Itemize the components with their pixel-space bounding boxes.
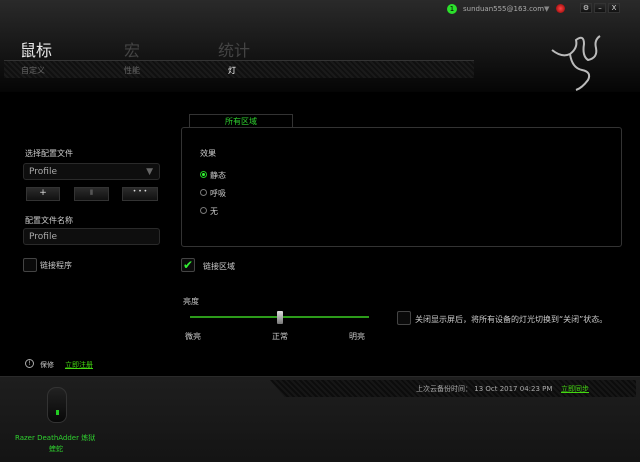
- effects-panel: [181, 127, 622, 247]
- subtab-customize[interactable]: 自定义: [21, 65, 45, 76]
- profile-name-input[interactable]: Profile: [23, 228, 160, 245]
- profile-name-label: 配置文件名称: [25, 216, 73, 225]
- backup-label: 上次云备份时间：: [416, 385, 472, 393]
- header-bar: [0, 0, 640, 92]
- subtab-performance[interactable]: 性能: [124, 65, 140, 76]
- backup-time: 13 Oct 2017 04:23 PM: [474, 385, 553, 393]
- profile-dropdown-value: Profile: [29, 167, 57, 177]
- effect-none-label: 无: [210, 207, 218, 216]
- profile-dropdown[interactable]: Profile ▼: [23, 163, 160, 180]
- mouse-device-image[interactable]: [47, 387, 67, 423]
- sync-link[interactable]: 立即同步: [561, 384, 589, 394]
- effect-breathing-label: 呼吸: [210, 189, 226, 198]
- chevron-down-icon: ▼: [146, 167, 153, 177]
- display-off-label: 关闭显示屏后，将所有设备的灯光切换到“关闭”状态。: [415, 315, 608, 324]
- device-name[interactable]: Razer DeathAdder 炼狱: [15, 433, 95, 443]
- link-program-label: 链接程序: [40, 261, 72, 270]
- info-icon: !: [25, 359, 34, 368]
- subtab-bar: [4, 60, 474, 78]
- minimize-button[interactable]: –: [594, 3, 606, 13]
- register-link[interactable]: 立即注册: [65, 360, 93, 370]
- notification-badge[interactable]: 1: [447, 4, 457, 14]
- select-profile-label: 选择配置文件: [25, 149, 73, 158]
- subtab-lighting[interactable]: 灯: [228, 65, 236, 76]
- add-profile-button[interactable]: +: [26, 187, 60, 201]
- tab-all-zones-label: 所有区域: [225, 117, 257, 126]
- delete-profile-button[interactable]: ▮: [74, 187, 109, 201]
- backup-info: 上次云备份时间： 13 Oct 2017 04:23 PM: [416, 384, 552, 394]
- brightness-mid-label: 正常: [272, 332, 288, 341]
- effect-breathing-radio[interactable]: [200, 189, 207, 196]
- warranty-label: 保修: [40, 361, 54, 369]
- brightness-label: 亮度: [183, 297, 199, 306]
- link-program-checkbox[interactable]: [23, 258, 37, 272]
- user-email[interactable]: sunduan555@163.com: [463, 5, 544, 13]
- effect-none-radio[interactable]: [200, 207, 207, 214]
- device-name-line2[interactable]: 蝰蛇: [49, 444, 63, 454]
- chevron-down-icon[interactable]: ▼: [544, 5, 549, 13]
- status-icon[interactable]: [556, 4, 565, 13]
- brightness-min-label: 微亮: [185, 332, 201, 341]
- link-zones-checkbox[interactable]: ✔: [181, 258, 195, 272]
- display-off-checkbox[interactable]: [397, 311, 411, 325]
- effect-static-label: 静态: [210, 171, 226, 180]
- brightness-slider-thumb[interactable]: [276, 311, 283, 324]
- more-options-button[interactable]: • • •: [122, 187, 158, 201]
- close-button[interactable]: X: [608, 3, 620, 13]
- tab-mouse[interactable]: 鼠标: [20, 37, 52, 61]
- tab-stats[interactable]: 统计: [218, 37, 250, 61]
- link-zones-label: 链接区域: [203, 262, 235, 271]
- razer-logo-icon: [551, 35, 601, 91]
- effect-label: 效果: [200, 149, 216, 158]
- tab-macro[interactable]: 宏: [124, 37, 140, 61]
- effect-static-radio[interactable]: [200, 171, 207, 178]
- brightness-max-label: 明亮: [349, 332, 365, 341]
- settings-button[interactable]: ⚙: [580, 3, 592, 13]
- tab-all-zones[interactable]: 所有区域: [189, 114, 293, 128]
